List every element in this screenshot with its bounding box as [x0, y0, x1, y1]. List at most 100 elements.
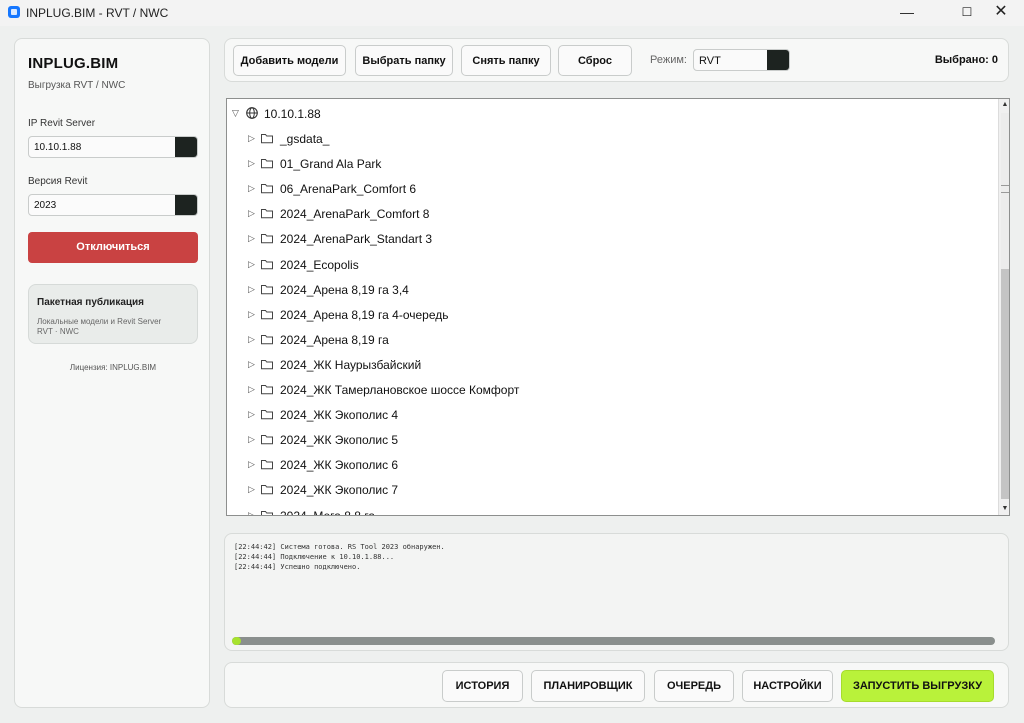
chevron-right-icon[interactable]: ▷ — [248, 133, 255, 144]
chevron-right-icon[interactable]: ▷ — [248, 158, 255, 169]
scroll-up-arrow[interactable]: ▲ — [999, 99, 1009, 111]
tree-folder-item[interactable]: ▷ 2024_Арена 8,19 га 3,4 — [227, 277, 987, 302]
mode-select[interactable]: RVT — [693, 49, 790, 71]
tree-folder-label: 2024_ЖК Тамерлановское шоссе Комфорт — [280, 383, 520, 397]
run-export-button[interactable]: ЗАПУСТИТЬ ВЫГРУЗКУ — [841, 670, 994, 702]
log-line: [22:44:42] Система готова. RS Tool 2023 … — [234, 543, 445, 551]
queue-button[interactable]: ОЧЕРЕДЬ — [654, 670, 734, 702]
batch-formats: RVT · NWC — [37, 327, 79, 336]
tree-folder-label: 2024_ArenaPark_Comfort 8 — [280, 207, 430, 222]
server-dropdown-button[interactable] — [175, 137, 197, 157]
tree-folder-label: 2024_ЖК Экополис 4 — [280, 408, 399, 423]
server-field[interactable]: 10.10.1.88 — [28, 136, 198, 158]
choose-folder-button[interactable]: Выбрать папку — [355, 45, 453, 76]
folder-tree[interactable]: ▽ 10.10.1.88 ▷ _gsdata_ ▷ 01_Grand Ala Park ▷ 0… — [226, 98, 1010, 516]
tree-folder-item[interactable]: ▷ 2024_ЖК Наурызбайский — [227, 352, 987, 377]
chevron-right-icon[interactable]: ▷ — [248, 284, 255, 295]
tree-folder-item[interactable]: ▷ 2024_Ecopolis — [227, 252, 987, 277]
title-bar: INPLUG.BIM - RVT / NWC — ☐ ✕ — [0, 0, 1024, 26]
log-panel: [22:44:42] Система готова. RS Tool 2023 … — [224, 533, 1009, 651]
remove-folder-button[interactable]: Снять папку — [461, 45, 551, 76]
window-title: INPLUG.BIM - RVT / NWC — [26, 6, 169, 20]
folder-icon — [261, 435, 273, 445]
tree-folder-item[interactable]: ▷ 2024_ЖК Экополис 7 — [227, 477, 987, 502]
history-button[interactable]: ИСТОРИЯ — [442, 670, 523, 702]
tree-folder-item[interactable]: ▷ 2024_Мега 8,8 га — [227, 503, 987, 516]
settings-button[interactable]: НАСТРОЙКИ — [742, 670, 833, 702]
chevron-right-icon[interactable]: ▷ — [248, 484, 255, 495]
tree-root-server[interactable]: ▽ 10.10.1.88 — [227, 101, 987, 126]
mode-value: RVT — [699, 55, 721, 67]
chevron-right-icon[interactable]: ▷ — [248, 208, 255, 219]
tree-folder-item[interactable]: ▷ 2024_Арена 8,19 га — [227, 327, 987, 352]
batch-title: Пакетная публикация — [37, 297, 145, 308]
tree-folder-item[interactable]: ▷ 01_Grand Ala Park — [227, 151, 987, 176]
chevron-right-icon[interactable]: ▷ — [248, 510, 255, 516]
license-text: Лицензия: INPLUG.BIM — [69, 363, 157, 372]
folder-icon — [261, 359, 273, 370]
chevron-right-icon[interactable]: ▷ — [248, 183, 255, 194]
scroll-thumb[interactable] — [1001, 269, 1009, 499]
tree-folder-label: 2024_Арена 8,19 га — [280, 332, 389, 347]
folder-icon — [261, 485, 273, 495]
app-icon — [8, 6, 20, 18]
tree-folder-item[interactable]: ▷ 2024_Арена 8,19 га 4-очередь — [227, 302, 987, 327]
version-dropdown-button[interactable] — [175, 195, 197, 215]
brand-title: INPLUG.BIM — [28, 55, 119, 72]
tree-folder-label: 2024_ArenaPark_Standart 3 — [280, 232, 433, 247]
tree-folder-label: 2024_ЖК Экополис 7 — [280, 483, 399, 498]
chevron-right-icon[interactable]: ▷ — [248, 309, 255, 320]
folder-icon — [261, 510, 273, 515]
tree-folder-item[interactable]: ▷ 2024_ЖК Тамерлановское шоссе Комфорт — [227, 377, 987, 402]
tree-folder-item[interactable]: ▷ 2024_ЖК Экополис 5 — [227, 427, 987, 452]
scheduler-button[interactable]: ПЛАНИРОВЩИК — [531, 670, 645, 702]
folder-icon — [261, 184, 273, 194]
folder-icon — [261, 209, 273, 219]
chevron-down-icon[interactable]: ▽ — [232, 108, 239, 119]
tree-folder-item[interactable]: ▷ 06_ArenaPark_Comfort 6 — [227, 176, 987, 201]
chevron-right-icon[interactable]: ▷ — [248, 233, 255, 244]
mode-dropdown-button[interactable] — [767, 50, 789, 70]
tree-folder-item[interactable]: ▷ _gsdata_ — [227, 126, 987, 151]
batch-publish-card[interactable]: Пакетная публикация Локальные модели и R… — [28, 284, 198, 344]
tree-folder-label: 01_Grand Ala Park — [280, 157, 382, 172]
folder-icon — [261, 134, 273, 144]
tree-folder-item[interactable]: ▷ 2024_ArenaPark_Standart 3 — [227, 226, 987, 251]
progress-fill — [232, 637, 242, 645]
footer-actions: ИСТОРИЯ ПЛАНИРОВЩИК ОЧЕРЕДЬ НАСТРОЙКИ ЗА… — [224, 662, 1009, 708]
tree-folder-label: 2024_ЖК Наурызбайский — [280, 357, 422, 372]
tree-root-label: 10.10.1.88 — [264, 107, 321, 121]
add-models-button[interactable]: Добавить модели — [233, 45, 346, 76]
tree-folder-label: 2024_ЖК Экополис 6 — [280, 458, 399, 473]
chevron-right-icon[interactable]: ▷ — [248, 434, 255, 445]
chevron-right-icon[interactable]: ▷ — [248, 259, 255, 270]
folder-icon — [261, 284, 273, 294]
folder-icon — [261, 410, 273, 420]
scroll-grip-icon — [1001, 185, 1009, 193]
log-line: [22:44:44] Успешно подключено. — [234, 563, 361, 571]
tree-folder-item[interactable]: ▷ 2024_ArenaPark_Comfort 8 — [227, 201, 987, 226]
disconnect-button[interactable]: Отключиться — [28, 232, 198, 263]
scroll-down-arrow[interactable]: ▼ — [999, 503, 1009, 515]
tree-folder-label: 2024_Арена 8,19 га 3,4 — [280, 282, 409, 297]
tree-folder-item[interactable]: ▷ 2024_ЖК Экополис 4 — [227, 402, 987, 427]
chevron-right-icon[interactable]: ▷ — [248, 409, 255, 420]
version-field[interactable]: 2023 — [28, 194, 198, 216]
chevron-right-icon[interactable]: ▷ — [248, 384, 255, 395]
tree-scrollbar[interactable]: ▲ ▼ — [998, 99, 1009, 515]
chevron-right-icon[interactable]: ▷ — [248, 334, 255, 345]
tree-folder-item[interactable]: ▷ 2024_ЖК Экополис 6 — [227, 452, 987, 477]
server-value: 10.10.1.88 — [34, 142, 82, 153]
version-label: Версия Revit — [28, 176, 88, 187]
toolbar: Добавить модели Выбрать папку Снять папк… — [224, 38, 1009, 82]
close-button[interactable]: ✕ — [978, 0, 1024, 26]
tree-folder-label: _gsdata_ — [280, 132, 330, 146]
minimize-button[interactable]: — — [884, 0, 930, 26]
reset-button[interactable]: Сброс — [558, 45, 632, 76]
tree-folder-label: 2024_ЖК Экополис 5 — [280, 433, 399, 448]
tree-folder-label: 2024_Арена 8,19 га 4-очередь — [280, 307, 449, 322]
chevron-right-icon[interactable]: ▷ — [248, 359, 255, 370]
folder-icon — [261, 309, 273, 319]
globe-icon — [246, 107, 258, 119]
chevron-right-icon[interactable]: ▷ — [248, 459, 255, 470]
